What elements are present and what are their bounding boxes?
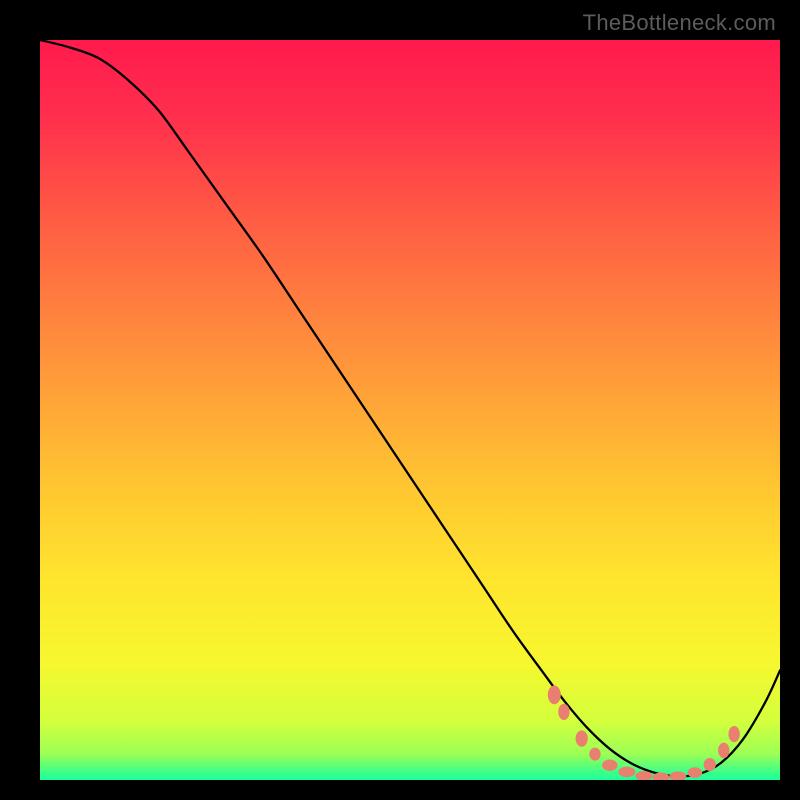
plot-area [40, 40, 780, 780]
marker-dot [718, 743, 729, 758]
chart-frame: TheBottleneck.com [10, 10, 790, 790]
marker-dot [688, 767, 703, 778]
marker-dot [576, 730, 588, 746]
marker-dot [618, 767, 635, 778]
marker-dot [602, 760, 617, 771]
marker-dot [704, 758, 716, 771]
gradient-background [40, 40, 780, 780]
watermark-text: TheBottleneck.com [583, 10, 776, 36]
marker-dot [548, 686, 561, 705]
marker-dot [728, 726, 739, 742]
chart-svg [40, 40, 780, 780]
marker-dot [589, 748, 600, 761]
marker-dot [558, 704, 569, 720]
